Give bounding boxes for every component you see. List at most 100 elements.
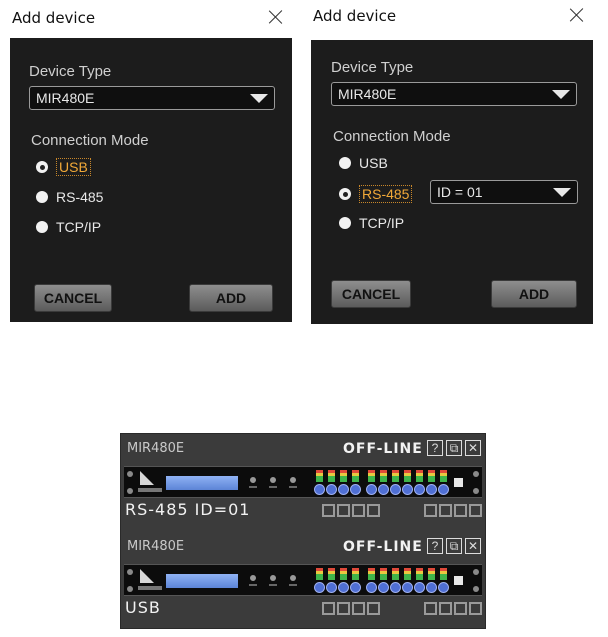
rack-screw (127, 586, 133, 592)
level-meter (416, 470, 423, 482)
level-meter (328, 568, 335, 580)
help-icon[interactable]: ? (427, 538, 443, 554)
device-type-value: MIR480E (36, 90, 95, 106)
channel-jack (378, 582, 389, 593)
add-button[interactable]: ADD (491, 280, 577, 308)
channel-jack (438, 484, 449, 495)
radio-label: RS-485 (359, 185, 413, 203)
rack-screw (127, 569, 133, 575)
level-meter (316, 568, 323, 580)
channel-jack (426, 582, 437, 593)
add-button[interactable]: ADD (189, 284, 273, 312)
radio-tcpip[interactable]: TCP/IP (339, 215, 404, 231)
level-meter (416, 568, 423, 580)
panel-knob (290, 575, 296, 581)
lcd-display (166, 574, 238, 588)
channel-jack (390, 484, 401, 495)
radio-label: USB (359, 155, 388, 171)
brand-logo-icon (140, 471, 154, 485)
rack-screw (127, 471, 133, 477)
channel-jack (338, 484, 349, 495)
restore-window-icon[interactable]: ⧉ (446, 538, 462, 554)
rack-screw (473, 471, 479, 477)
brand-logo-text-mark (138, 586, 162, 590)
power-switch (454, 478, 463, 487)
radio-rs485[interactable]: RS-485 (36, 189, 103, 205)
panel-knob (250, 575, 256, 581)
rs485-id-value: ID = 01 (437, 184, 483, 200)
rs485-id-select[interactable]: ID = 01 (430, 180, 578, 204)
radio-usb[interactable]: USB (339, 155, 388, 171)
radio-label: TCP/IP (56, 219, 102, 235)
panel-knob (270, 575, 276, 581)
cancel-button[interactable]: CANCEL (34, 284, 112, 312)
radio-checked-icon (36, 161, 48, 173)
lcd-display (166, 476, 238, 490)
close-icon[interactable] (268, 9, 284, 25)
connection-mode-label: Connection Mode (333, 128, 451, 145)
radio-usb[interactable]: USB (36, 158, 91, 176)
dialog-body: Device Type MIR480E Connection Mode USB … (311, 40, 593, 324)
close-icon[interactable]: ✕ (465, 538, 481, 554)
dialog-title: Add device (313, 7, 397, 25)
panel-knob-label (289, 584, 297, 586)
close-icon[interactable] (569, 7, 585, 23)
dialog-title: Add device (12, 9, 96, 27)
rack-screw (127, 488, 133, 494)
level-meter (428, 470, 435, 482)
device-type-select[interactable]: MIR480E (29, 86, 275, 110)
level-meter (352, 568, 359, 580)
channel-jack (402, 484, 413, 495)
level-meter (392, 568, 399, 580)
device-front-panel-image (124, 466, 482, 498)
radio-tcpip[interactable]: TCP/IP (36, 219, 101, 235)
level-meter (380, 470, 387, 482)
device-front-panel-image (124, 564, 482, 596)
channel-jack (338, 582, 349, 593)
channel-jack (366, 582, 377, 593)
add-device-dialog-usb: Add device Device Type MIR480E Connectio… (10, 0, 292, 322)
device-unit-usb[interactable]: MIR480E OFF-LINE ? ⧉ ✕ USB (121, 532, 485, 622)
device-model: MIR480E (127, 441, 185, 456)
channel-jack (414, 484, 425, 495)
dialog-header: Add device (311, 0, 593, 36)
connection-mode-label: Connection Mode (31, 132, 149, 149)
device-type-label: Device Type (331, 59, 414, 76)
panel-knob-label (289, 486, 297, 488)
add-device-dialog-rs485: Add device Device Type MIR480E Connectio… (311, 0, 593, 324)
dialog-body: Device Type MIR480E Connection Mode USB … (10, 38, 292, 322)
close-icon[interactable]: ✕ (465, 440, 481, 456)
level-meter (440, 568, 447, 580)
panel-knob (270, 477, 276, 483)
port-group-right (424, 504, 482, 517)
device-type-label: Device Type (29, 63, 112, 80)
cancel-button[interactable]: CANCEL (331, 280, 411, 308)
device-connection-label: USB (125, 598, 161, 617)
panel-knob (250, 477, 256, 483)
radio-checked-icon (339, 188, 351, 200)
radio-unchecked-icon (339, 217, 351, 229)
rack-screw (473, 488, 479, 494)
port-group-left (322, 602, 380, 615)
radio-rs485[interactable]: RS-485 (339, 185, 413, 203)
restore-window-icon[interactable]: ⧉ (446, 440, 462, 456)
radio-unchecked-icon (339, 157, 351, 169)
help-icon[interactable]: ? (427, 440, 443, 456)
level-meter (352, 470, 359, 482)
panel-knob-label (269, 584, 277, 586)
channel-jack (326, 484, 337, 495)
level-meter (340, 470, 347, 482)
radio-label: USB (56, 158, 91, 176)
channel-jack (314, 582, 325, 593)
channel-jack (314, 484, 325, 495)
level-meter (368, 568, 375, 580)
device-unit-rs485[interactable]: MIR480E OFF-LINE ? ⧉ ✕ RS-485 ID=01 (121, 434, 485, 524)
radio-label: RS-485 (56, 189, 104, 205)
device-connection-label: RS-485 ID=01 (125, 500, 251, 519)
device-type-value: MIR480E (338, 86, 397, 102)
device-type-select[interactable]: MIR480E (331, 82, 577, 106)
chevron-down-icon (250, 94, 268, 103)
radio-unchecked-icon (36, 191, 48, 203)
power-switch (454, 576, 463, 585)
channel-jack (378, 484, 389, 495)
